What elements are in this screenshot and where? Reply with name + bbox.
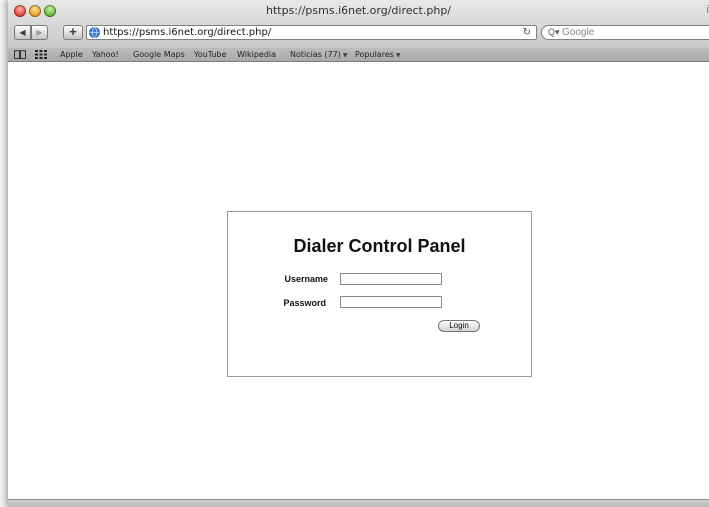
search-input[interactable]: Q▾ Google xyxy=(541,25,709,40)
globe-icon xyxy=(89,27,100,38)
browser-toolbar: https://psms.i6net.org/direct.php/ i ◀ ▶… xyxy=(8,0,709,49)
bookmark-wikipedia[interactable]: Wikipedia xyxy=(237,48,276,61)
bookmarks-bar: Apple Yahoo! Google Maps YouTube Wikiped… xyxy=(8,48,709,62)
top-sites-grid-icon[interactable] xyxy=(35,50,47,59)
add-bookmark-button[interactable]: + xyxy=(63,25,83,40)
bookmark-apple[interactable]: Apple xyxy=(60,48,83,61)
forward-arrow-icon: ▶ xyxy=(36,28,43,37)
bookmark-folder-noticias-label: Noticias (77) xyxy=(290,50,341,59)
password-field[interactable] xyxy=(340,296,442,308)
plus-icon: + xyxy=(69,24,77,39)
back-button[interactable]: ◀ xyxy=(14,25,31,40)
reload-icon[interactable]: ↻ xyxy=(523,26,531,39)
bookmark-folder-populares[interactable]: Populares ▼ xyxy=(355,48,401,62)
browser-window: https://psms.i6net.org/direct.php/ i ◀ ▶… xyxy=(8,0,709,507)
chevron-down-icon: ▼ xyxy=(342,52,348,59)
username-field[interactable] xyxy=(340,273,442,285)
window-title: https://psms.i6net.org/direct.php/ xyxy=(265,4,452,17)
username-label: Username xyxy=(284,274,328,284)
bookmark-folder-noticias[interactable]: Noticias (77) ▼ xyxy=(290,48,348,62)
bookmark-folder-populares-label: Populares xyxy=(355,50,394,59)
bookmark-yahoo[interactable]: Yahoo! xyxy=(92,48,119,61)
password-label: Password xyxy=(283,298,326,308)
page-content: Dialer Control Panel Username Password L… xyxy=(8,62,709,500)
bookmarks-book-icon[interactable] xyxy=(14,50,26,59)
address-url: https://psms.i6net.org/direct.php/ xyxy=(103,27,272,38)
address-bar[interactable]: https://psms.i6net.org/direct.php/ ↻ xyxy=(86,25,537,40)
status-bar xyxy=(8,499,709,507)
bookmark-youtube[interactable]: YouTube xyxy=(194,48,227,61)
login-panel: Dialer Control Panel Username Password L… xyxy=(227,211,532,377)
back-arrow-icon: ◀ xyxy=(19,28,26,37)
forward-button[interactable]: ▶ xyxy=(31,25,48,40)
page-title: Dialer Control Panel xyxy=(293,236,466,256)
search-placeholder: Google xyxy=(562,27,595,38)
bookmark-google-maps[interactable]: Google Maps xyxy=(133,48,185,61)
chevron-down-icon: ▼ xyxy=(395,52,401,59)
search-icon: Q▾ xyxy=(548,27,560,37)
login-button[interactable]: Login xyxy=(438,320,480,332)
